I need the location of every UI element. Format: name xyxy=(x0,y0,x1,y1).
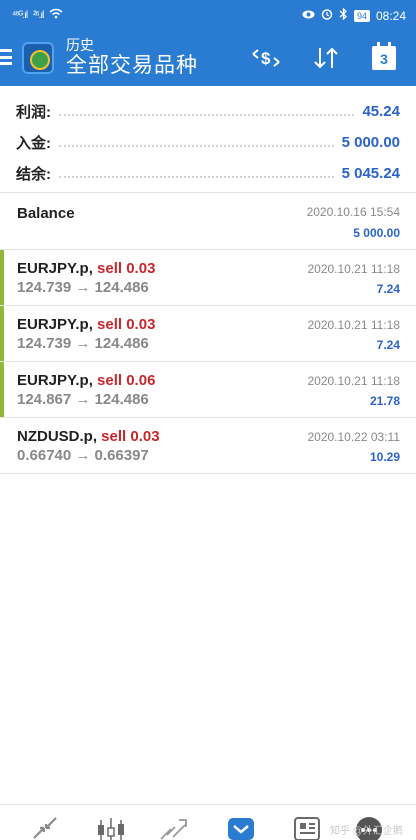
quotes-icon[interactable] xyxy=(28,814,62,840)
signal-icon: ⁴⁶ᴳ.ıl xyxy=(12,9,28,21)
deal-symbol-line: NZDUSD.p, sell 0.03 xyxy=(17,428,160,445)
status-time: 08:24 xyxy=(375,8,406,23)
deal-profit: 7.24 xyxy=(376,282,400,296)
deal-prices: 0.66740 → 0.66397 xyxy=(17,447,149,464)
summary-row-profit: 利润: 45.24 xyxy=(0,96,416,127)
chart-icon[interactable] xyxy=(94,814,128,840)
currency-swap-icon[interactable]: $ xyxy=(250,43,282,73)
deals-list: Balance 2020.10.16 15:54 5 000.00 EURJPY… xyxy=(0,193,416,474)
summary-label: 利润: xyxy=(16,104,51,121)
profit-indicator-bar xyxy=(0,306,4,361)
svg-text:$: $ xyxy=(261,49,271,68)
calendar-day: 3 xyxy=(372,42,396,70)
summary-value: 45.24 xyxy=(362,103,400,120)
deal-profit: 10.29 xyxy=(369,450,400,464)
deal-symbol: EURJPY.p, xyxy=(17,372,93,389)
app-toolbar: 历史 全部交易品种 $ 3 xyxy=(0,30,416,86)
deal-type: sell 0.03 xyxy=(92,316,156,333)
deal-symbol-line: EURJPY.p, sell 0.03 xyxy=(17,260,155,277)
dotted-leader xyxy=(59,175,334,178)
signal-icon-2: ²⁶.ıl xyxy=(33,9,44,21)
sort-icon[interactable] xyxy=(308,43,344,73)
list-item[interactable]: NZDUSD.p, sell 0.03 0.66740 → 0.66397 20… xyxy=(0,418,416,474)
summary-label: 结余: xyxy=(16,166,51,183)
summary-row-deposit: 入金: 5 000.00 xyxy=(0,127,416,158)
profit-indicator-bar xyxy=(0,250,4,305)
profit-indicator-bar xyxy=(0,362,4,417)
list-item[interactable]: Balance 2020.10.16 15:54 5 000.00 xyxy=(0,193,416,250)
summary-value: 5 045.24 xyxy=(341,165,400,182)
summary-row-balance: 结余: 5 045.24 xyxy=(0,158,416,189)
deal-prices: 124.867 → 124.486 xyxy=(17,391,149,408)
deal-symbol-line: EURJPY.p, sell 0.06 xyxy=(17,372,155,389)
summary-label: 入金: xyxy=(16,135,51,152)
deal-profit: 21.78 xyxy=(369,394,400,408)
summary-value: 5 000.00 xyxy=(341,134,400,151)
dotted-leader xyxy=(59,144,334,147)
deal-profit: 7.24 xyxy=(376,338,400,352)
toolbar-title[interactable]: 历史 全部交易品种 xyxy=(66,37,198,79)
deal-symbol-line: EURJPY.p, sell 0.03 xyxy=(17,316,155,333)
history-summary: 利润: 45.24 入金: 5 000.00 结余: 5 045.24 xyxy=(0,96,416,189)
deal-symbol: EURJPY.p, xyxy=(17,316,93,333)
watermark: 知乎 @外汇企鹅 xyxy=(330,826,403,837)
status-right: 94 08:24 xyxy=(302,7,406,23)
status-left: ⁴⁶ᴳ.ıl ²⁶.ıl xyxy=(12,8,63,22)
trade-icon[interactable] xyxy=(156,814,190,840)
news-icon[interactable] xyxy=(290,814,324,840)
deal-time: 2020.10.16 15:54 xyxy=(306,205,400,219)
menu-icon[interactable] xyxy=(0,46,14,68)
title-small: 历史 xyxy=(66,37,94,53)
deal-symbol: NZDUSD.p, xyxy=(17,428,97,445)
deal-profit: 5 000.00 xyxy=(353,226,400,240)
deal-time: 2020.10.21 11:18 xyxy=(307,262,400,276)
deal-time: 2020.10.21 11:18 xyxy=(307,374,400,388)
eye-icon xyxy=(302,9,315,23)
deal-time: 2020.10.21 11:18 xyxy=(307,318,400,332)
deal-symbol: EURJPY.p, xyxy=(17,260,93,277)
deal-type: sell 0.03 xyxy=(97,428,160,445)
deal-symbol: Balance xyxy=(17,205,75,222)
history-icon[interactable] xyxy=(224,814,258,840)
deal-prices: 124.739 → 124.486 xyxy=(17,279,149,296)
app-logo[interactable] xyxy=(22,42,54,74)
title-main: 全部交易品种 xyxy=(66,54,198,77)
deal-type: sell 0.03 xyxy=(92,260,156,277)
wifi-icon xyxy=(49,8,63,22)
deal-type: sell 0.06 xyxy=(92,372,156,389)
battery-icon: 94 xyxy=(353,9,370,22)
dotted-leader xyxy=(59,113,355,116)
deal-time: 2020.10.22 03:11 xyxy=(307,430,400,444)
calendar-icon[interactable]: 3 xyxy=(370,42,398,73)
status-bar: ⁴⁶ᴳ.ıl ²⁶.ıl 94 08:24 xyxy=(0,0,416,30)
alarm-icon xyxy=(321,8,333,23)
list-item[interactable]: EURJPY.p, sell 0.03 124.739 → 124.486 20… xyxy=(0,306,416,362)
bluetooth-icon xyxy=(339,7,348,23)
list-item[interactable]: EURJPY.p, sell 0.03 124.739 → 124.486 20… xyxy=(0,250,416,306)
list-item[interactable]: EURJPY.p, sell 0.06 124.867 → 124.486 20… xyxy=(0,362,416,418)
deal-prices: 124.739 → 124.486 xyxy=(17,335,149,352)
